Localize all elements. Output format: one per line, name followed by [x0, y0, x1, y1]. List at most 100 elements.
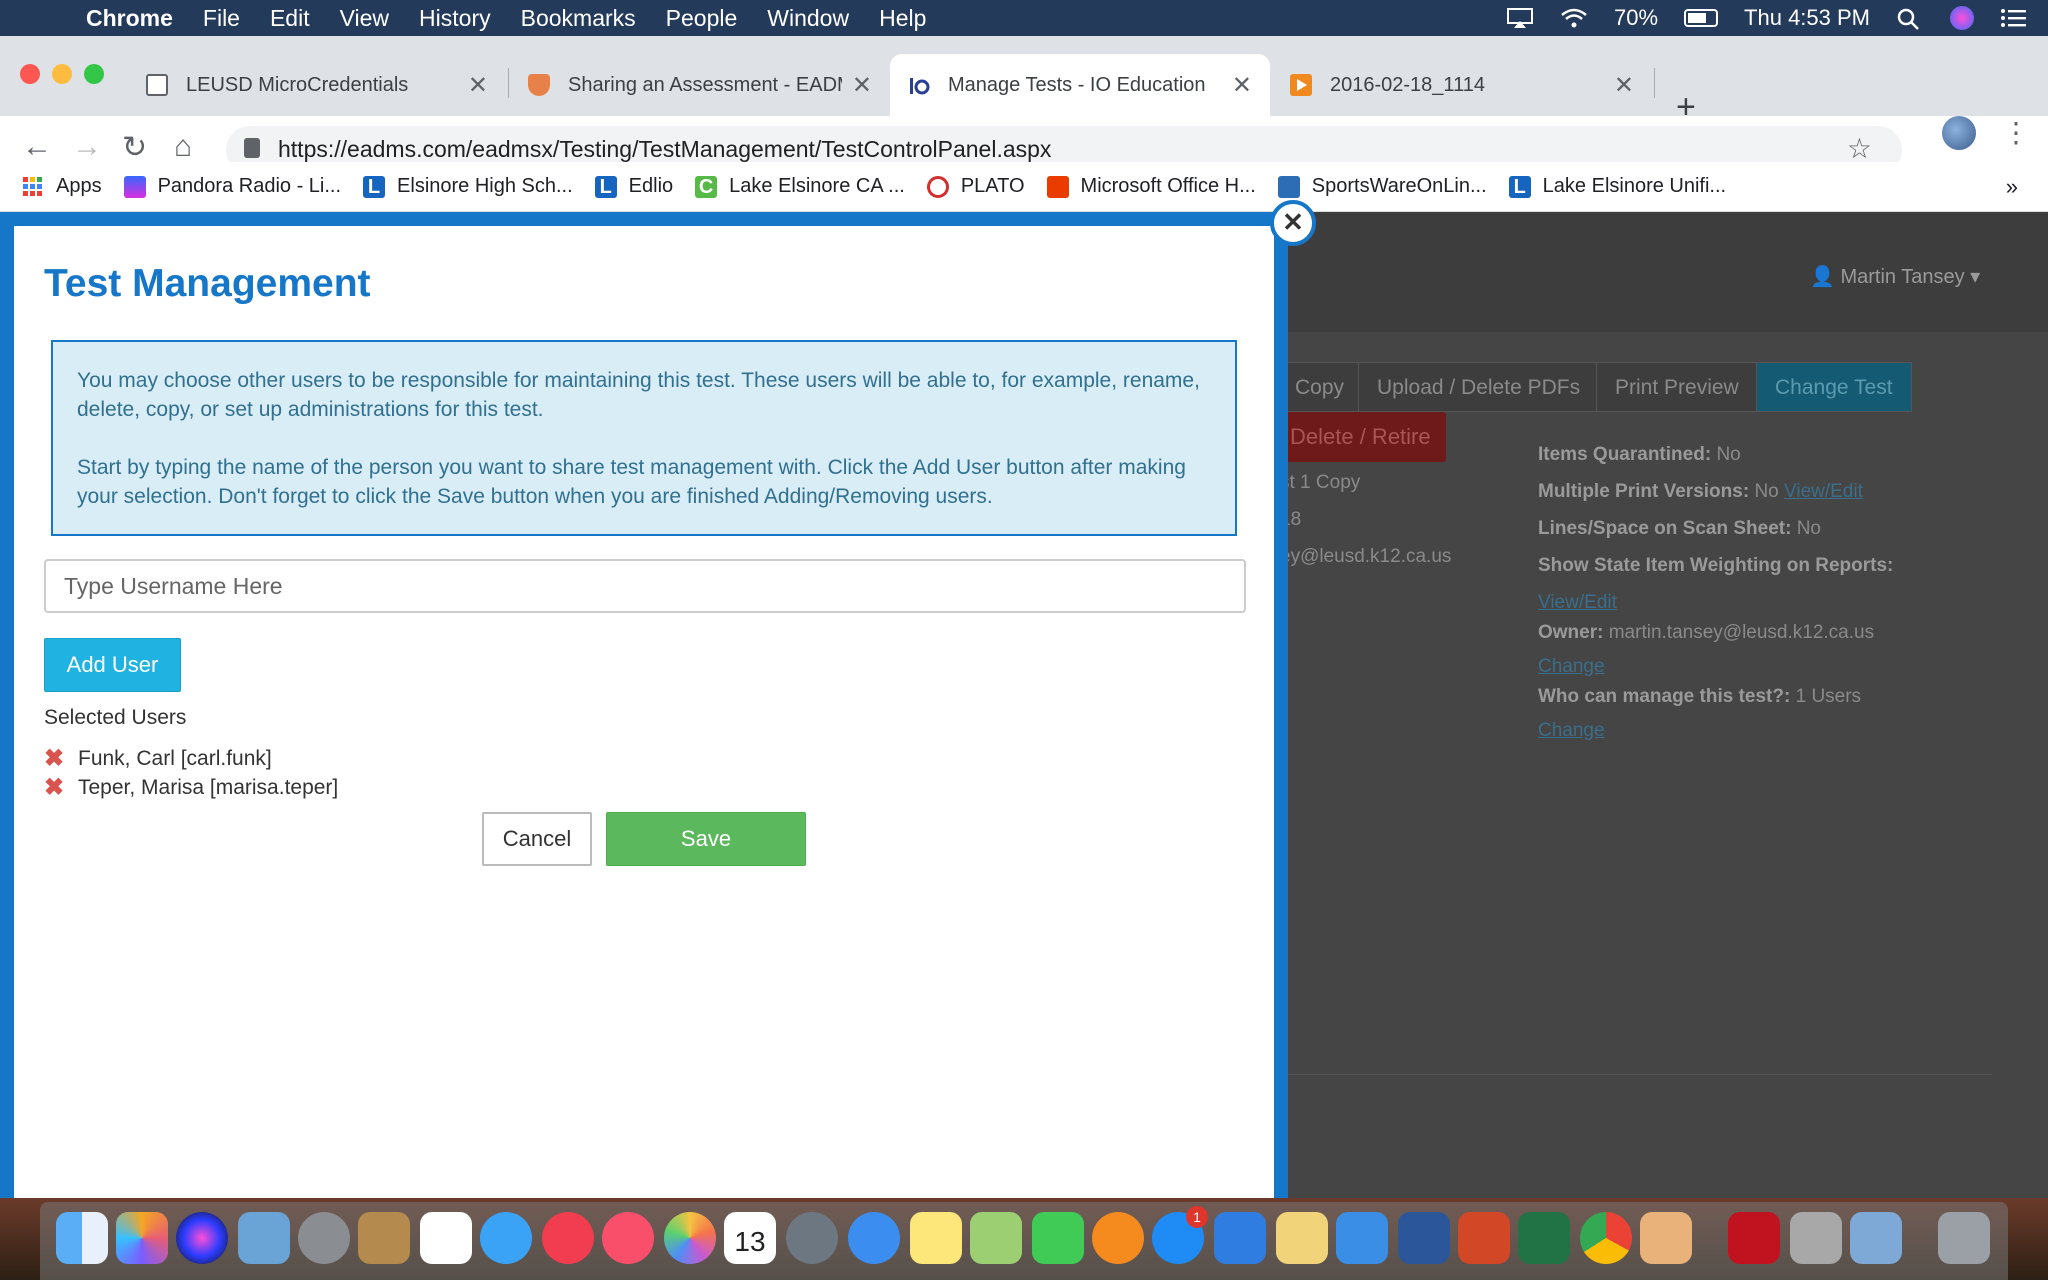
info-paragraph: Start by typing the name of the person y… — [77, 456, 1186, 508]
window-minimize-button[interactable] — [52, 64, 72, 84]
bookmark-label: SportsWareOnLin... — [1311, 175, 1487, 197]
tab-video-2016[interactable]: 2016-02-18_1114 ✕ — [1272, 54, 1652, 116]
launchpad-icon[interactable] — [116, 1212, 168, 1264]
wifi-icon[interactable] — [1560, 7, 1588, 29]
finder-icon[interactable] — [56, 1212, 108, 1264]
field-label: Show State Item Weighting on Reports: — [1538, 555, 1894, 576]
notes-icon[interactable] — [910, 1212, 962, 1264]
modal-close-icon[interactable]: ✕ — [1270, 200, 1316, 246]
tab-close-icon[interactable]: ✕ — [468, 71, 488, 100]
facetime-icon[interactable] — [1032, 1212, 1084, 1264]
show-state-view-edit-link[interactable]: View/Edit — [1538, 592, 1617, 614]
tab-label: Manage Tests - IO Education — [948, 73, 1206, 96]
tab-upload-delete-pdfs[interactable]: Upload / Delete PDFs — [1358, 362, 1600, 412]
system-preferences-icon[interactable] — [298, 1212, 350, 1264]
pages-icon[interactable] — [1276, 1212, 1328, 1264]
spotlight-search-icon[interactable] — [1896, 7, 1924, 30]
menubar-clock[interactable]: Thu 4:53 PM — [1744, 5, 1870, 31]
menu-file[interactable]: File — [203, 5, 240, 32]
mail-bird-icon[interactable] — [238, 1212, 290, 1264]
bookmark-lake-elsinore-unified[interactable]: L Lake Elsinore Unifi... — [1508, 175, 1726, 198]
window-close-button[interactable] — [20, 64, 40, 84]
trash-icon[interactable] — [1938, 1212, 1990, 1264]
preview-icon[interactable] — [1850, 1212, 1902, 1264]
reminders-icon[interactable] — [420, 1212, 472, 1264]
menu-view[interactable]: View — [340, 5, 389, 32]
contacts-icon[interactable] — [358, 1212, 410, 1264]
siri-icon[interactable] — [1950, 6, 1974, 30]
rocket-launchpad-icon[interactable] — [786, 1212, 838, 1264]
home-icon[interactable]: ⌂ — [174, 130, 192, 164]
battery-percent[interactable]: 70% — [1614, 5, 1658, 31]
bookmark-plato[interactable]: PLATO — [926, 175, 1025, 198]
chrome-icon[interactable] — [1580, 1212, 1632, 1264]
calculator-icon[interactable] — [1790, 1212, 1842, 1264]
reload-icon[interactable]: ↻ — [122, 130, 147, 165]
menu-app-name[interactable]: Chrome — [86, 5, 173, 32]
bookmark-sportsware[interactable]: SportsWareOnLin... — [1277, 175, 1487, 198]
powerpoint-icon[interactable] — [1458, 1212, 1510, 1264]
tab-close-icon[interactable]: ✕ — [1614, 71, 1634, 100]
forward-arrow-icon[interactable]: → — [72, 130, 102, 164]
safari-icon[interactable] — [848, 1212, 900, 1264]
bookmark-edlio[interactable]: L Edlio — [594, 175, 674, 198]
who-manage-change-link[interactable]: Change — [1538, 720, 1605, 742]
battery-icon[interactable] — [1684, 9, 1719, 27]
multiple-print-view-edit-link[interactable]: View/Edit — [1784, 481, 1863, 502]
numbers-icon[interactable] — [1214, 1212, 1266, 1264]
field-value: No — [1754, 481, 1779, 502]
tab-close-icon[interactable]: ✕ — [1232, 71, 1252, 100]
tab-change-test[interactable]: Change Test — [1756, 362, 1912, 412]
news-icon[interactable] — [542, 1212, 594, 1264]
modal-body: Test Management You may choose other use… — [14, 226, 1274, 1198]
tab-manage-tests[interactable]: Manage Tests - IO Education ✕ — [890, 54, 1270, 116]
airplay-icon[interactable] — [1506, 7, 1534, 29]
owner-change-link[interactable]: Change — [1538, 656, 1605, 678]
remove-user-icon[interactable]: ✖ — [44, 773, 78, 802]
maps-icon[interactable] — [970, 1212, 1022, 1264]
profile-avatar[interactable] — [1942, 116, 1976, 150]
delete-retire-button[interactable]: Delete / Retire — [1280, 412, 1446, 462]
keynote-icon[interactable] — [1336, 1212, 1388, 1264]
acrobat-icon[interactable] — [1728, 1212, 1780, 1264]
remove-user-icon[interactable]: ✖ — [44, 744, 78, 773]
bookmark-lake-elsinore-ca[interactable]: C Lake Elsinore CA ... — [695, 175, 905, 198]
menu-window[interactable]: Window — [767, 5, 849, 32]
excel-icon[interactable] — [1518, 1212, 1570, 1264]
itunes-icon[interactable] — [602, 1212, 654, 1264]
tab-copy[interactable]: Copy — [1276, 362, 1364, 412]
menu-history[interactable]: History — [419, 5, 491, 32]
bookmark-pandora[interactable]: Pandora Radio - Li... — [123, 175, 341, 198]
calendar-icon[interactable]: 13 — [724, 1212, 776, 1264]
back-arrow-icon[interactable]: ← — [22, 130, 52, 164]
bookmark-elsinore-high[interactable]: L Elsinore High Sch... — [363, 175, 573, 198]
photos-icon[interactable] — [664, 1212, 716, 1264]
mascot-app-icon[interactable] — [1640, 1212, 1692, 1264]
save-button[interactable]: Save — [606, 812, 806, 866]
tab-print-preview[interactable]: Print Preview — [1596, 362, 1758, 412]
menu-help[interactable]: Help — [879, 5, 926, 32]
menu-bookmarks[interactable]: Bookmarks — [521, 5, 636, 32]
menu-edit[interactable]: Edit — [270, 5, 310, 32]
add-user-button[interactable]: Add User — [44, 638, 181, 692]
bookmark-label: Edlio — [628, 175, 674, 197]
word-icon[interactable] — [1398, 1212, 1450, 1264]
messages-icon[interactable] — [480, 1212, 532, 1264]
bookmark-apps[interactable]: Apps — [22, 175, 102, 198]
window-zoom-button[interactable] — [84, 64, 104, 84]
menu-people[interactable]: People — [666, 5, 738, 32]
bookmark-microsoft-office[interactable]: Microsoft Office H... — [1046, 175, 1256, 198]
notification-center-icon[interactable] — [2000, 7, 2028, 29]
cancel-button[interactable]: Cancel — [482, 812, 592, 866]
tab-sharing-assessment[interactable]: Sharing an Assessment - EADM ✕ — [510, 54, 890, 116]
tab-close-icon[interactable]: ✕ — [852, 71, 872, 100]
ibooks-icon[interactable] — [1092, 1212, 1144, 1264]
bookmarks-overflow-icon[interactable]: » — [2006, 174, 2018, 200]
bookmark-star-icon[interactable]: ☆ — [1847, 132, 1872, 165]
address-url[interactable]: https://eadms.com/eadmsx/Testing/TestMan… — [278, 136, 1051, 163]
user-menu[interactable]: 👤 Martin Tansey ▾ — [1810, 264, 1980, 289]
siri-dock-icon[interactable] — [176, 1212, 228, 1264]
username-input[interactable] — [44, 559, 1246, 613]
chrome-menu-icon[interactable]: ⋮ — [2002, 116, 2030, 149]
tab-leusd-microcredentials[interactable]: LEUSD MicroCredentials ✕ — [128, 54, 506, 116]
